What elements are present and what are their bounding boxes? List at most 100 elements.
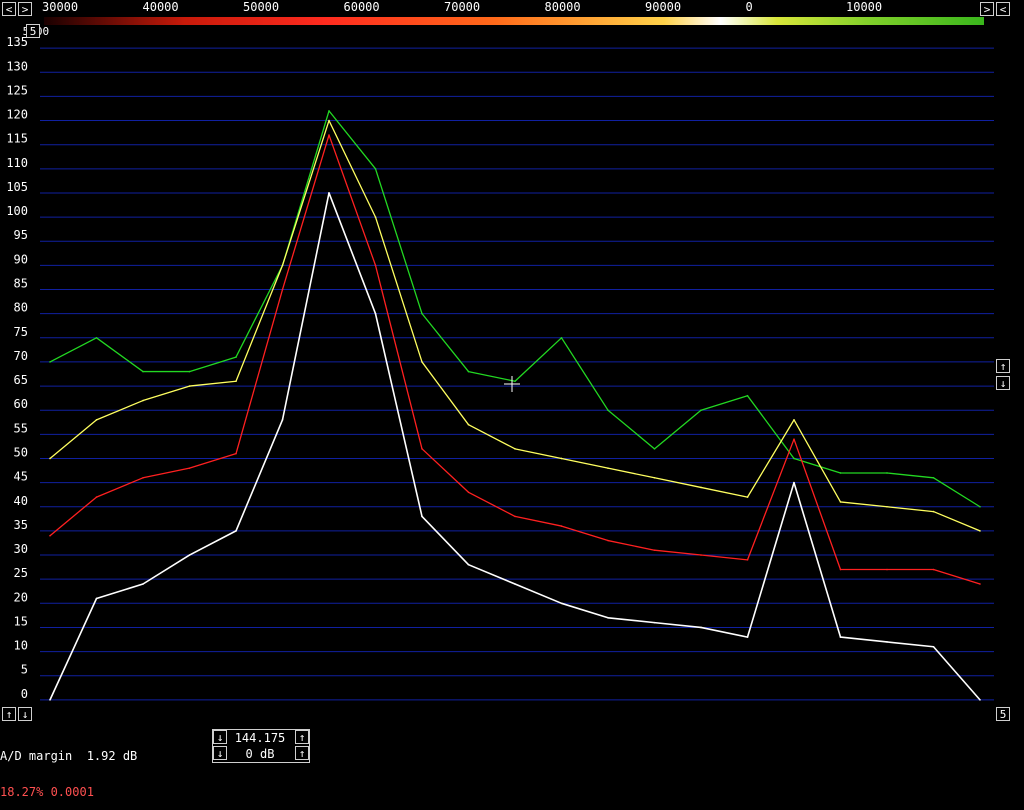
red-point — [95, 496, 98, 498]
x-tick-label: 60000 — [343, 0, 380, 14]
green-point — [979, 505, 981, 508]
frequency-up-button[interactable]: ↑ — [295, 730, 309, 744]
white-point — [281, 419, 284, 421]
green-point — [421, 312, 423, 315]
y-tick-label: 25 — [14, 566, 28, 580]
green-point — [932, 476, 935, 479]
white-point — [607, 616, 609, 619]
y-tick-label: 45 — [14, 470, 28, 484]
white-point — [235, 530, 237, 532]
left-arrow-icon: < — [999, 3, 1007, 16]
yellow-point — [746, 496, 749, 498]
y-tick-label: 60 — [14, 397, 28, 411]
red-point — [746, 559, 749, 561]
yellow-point — [979, 530, 981, 532]
white-point — [793, 481, 795, 484]
red-point — [281, 288, 284, 291]
x-tick-label: 70000 — [444, 0, 481, 14]
y-tick-label: 120 — [6, 108, 28, 122]
red-point — [700, 554, 702, 556]
ad-margin-label: A/D margin — [0, 749, 73, 763]
green-point — [793, 457, 795, 460]
green-point — [514, 380, 516, 383]
red-point — [793, 438, 795, 440]
down-button-right[interactable]: ↓ — [996, 376, 1010, 390]
red-point — [49, 534, 51, 537]
yellow-point — [700, 486, 702, 489]
red-point — [560, 525, 563, 527]
white-point — [979, 699, 981, 701]
y-tick-label: 70 — [14, 349, 28, 363]
frequency-axis: 30000 40000 50000 60000 70000 80000 90000 0 1000… — [40, 0, 988, 16]
y-tick-label: 90 — [14, 252, 28, 266]
up-button-bottom[interactable]: ↑ — [2, 707, 16, 721]
down-arrow-icon: ↓ — [999, 377, 1007, 390]
white-point — [886, 641, 888, 643]
status-area: A/D margin 1.92 dB 18.27% 0.0001 — [0, 726, 137, 810]
y-tick-label: 100 — [6, 204, 28, 218]
white-point — [839, 636, 842, 638]
spectrum-plot[interactable] — [40, 24, 996, 724]
green-point — [95, 336, 98, 339]
frequency-value: 144.175 — [234, 731, 286, 745]
scroll-right-button[interactable]: > — [980, 2, 994, 16]
green-point — [235, 356, 237, 358]
green-point — [142, 370, 144, 373]
y-tick-label: 125 — [6, 83, 28, 97]
yellow-point — [235, 380, 237, 383]
yellow-point — [281, 264, 284, 267]
green-point — [374, 168, 377, 170]
white-point — [95, 597, 98, 600]
green-point — [607, 409, 609, 412]
y-tick-label: 80 — [14, 301, 28, 315]
yellow-point — [653, 476, 656, 479]
y-tick-label: 135 — [6, 35, 28, 49]
up-arrow-icon: ↑ — [298, 747, 306, 760]
frame-number-right[interactable]: 5 — [996, 707, 1010, 721]
gain-value: 0 dB — [245, 747, 275, 761]
up-arrow-icon: ↑ — [999, 360, 1007, 373]
y-tick-label: 15 — [14, 614, 28, 628]
white-point — [49, 699, 51, 701]
white-point — [328, 192, 330, 194]
red-point — [235, 452, 237, 455]
y-tick-label: 5 — [21, 663, 28, 677]
up-button-right[interactable]: ↑ — [996, 359, 1010, 373]
gain-down-button[interactable]: ↓ — [213, 746, 227, 760]
frequency-down-button[interactable]: ↓ — [213, 730, 227, 744]
yellow-point — [374, 216, 377, 218]
yellow-point — [560, 457, 563, 460]
green-point — [328, 110, 330, 112]
y-tick-label: 130 — [6, 59, 28, 73]
gain-up-button[interactable]: ↑ — [295, 746, 309, 760]
x-tick-label: 40000 — [142, 0, 179, 14]
frequency-control: ↓ 144.175 ↑ ↓ 0 dB ↑ — [212, 729, 310, 763]
red-point — [421, 448, 423, 450]
x-tick-label: 50000 — [243, 0, 280, 14]
down-button-bottom[interactable]: ↓ — [18, 707, 32, 721]
red-point — [607, 539, 609, 542]
scroll-left-button-b[interactable]: < — [996, 2, 1010, 16]
percent-readout: 18.27% 0.0001 — [0, 785, 94, 799]
yellow-point — [49, 457, 51, 460]
x-tick-label: 0 — [745, 0, 753, 14]
yellow-point — [514, 448, 516, 450]
y-tick-label: 115 — [6, 132, 28, 146]
white-point — [700, 626, 702, 629]
green-point — [746, 394, 749, 397]
red-point — [142, 476, 144, 479]
green-point — [560, 336, 563, 339]
y-tick-label: 0 — [21, 687, 28, 701]
red-point — [979, 583, 981, 585]
down-arrow-icon: ↓ — [216, 747, 224, 760]
down-arrow-icon: ↓ — [21, 708, 29, 721]
y-tick-label: 50 — [14, 445, 28, 459]
up-arrow-icon: ↑ — [298, 731, 306, 744]
y-tick-label: 55 — [14, 421, 28, 435]
y-tick-label: 65 — [14, 373, 28, 387]
green-point — [700, 409, 702, 412]
y-axis: 1351301251201151101051009590858075706560… — [6, 35, 28, 701]
white-spectrum-line — [49, 192, 981, 701]
y-tick-label: 30 — [14, 542, 28, 556]
spectrum-chart[interactable] — [40, 24, 996, 724]
